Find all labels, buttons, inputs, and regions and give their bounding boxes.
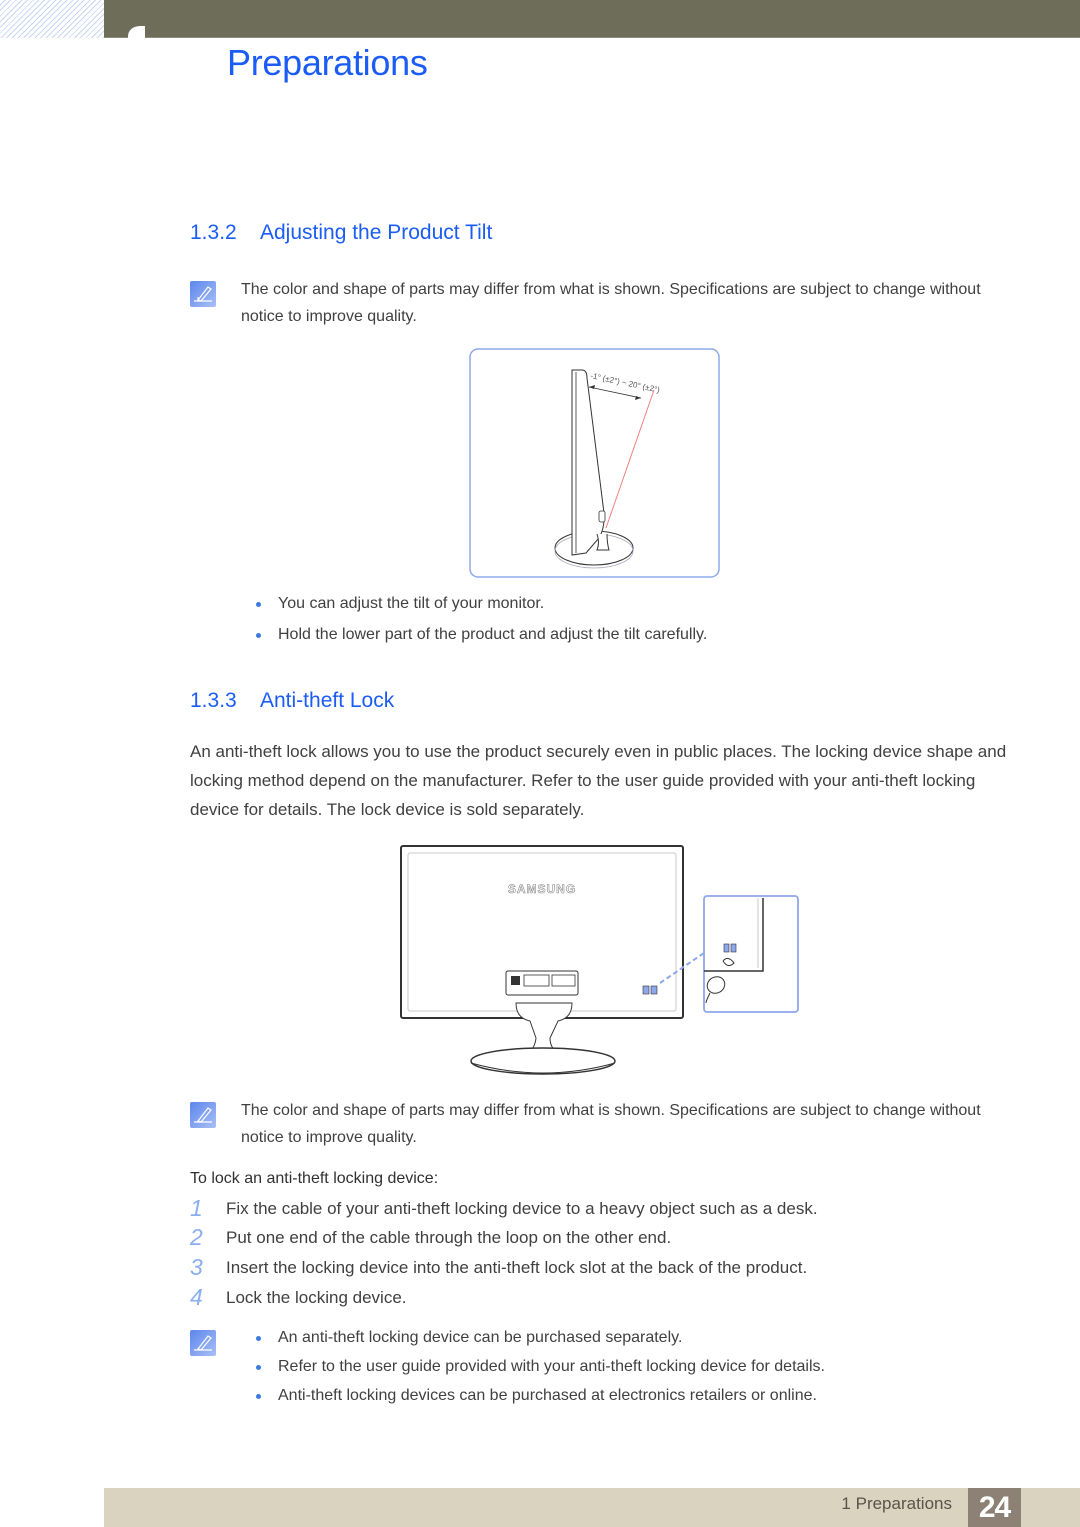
footer-chapter-label: 1 Preparations	[841, 1494, 952, 1513]
stand-base	[470, 1047, 616, 1075]
note-icon	[190, 1102, 216, 1128]
step-text: Fix the cable of your anti-theft locking…	[226, 1199, 818, 1218]
section-heading-anti-theft: 1.3.3 Anti-theft Lock	[190, 689, 394, 713]
bullet-dot-icon	[256, 602, 261, 607]
header-bar	[104, 0, 1080, 38]
dvi-port	[523, 974, 550, 987]
step-text: Lock the locking device.	[226, 1288, 407, 1307]
lock-detail-frame	[703, 895, 799, 1013]
header-hatch-decoration	[0, 0, 104, 38]
section-number: 1.3.2	[190, 221, 237, 244]
step-text: Put one end of the cable through the loo…	[226, 1228, 672, 1247]
step-number: 4	[190, 1284, 203, 1310]
step-text: Insert the locking device into the anti-…	[226, 1258, 808, 1277]
step-number: 2	[190, 1224, 203, 1250]
stand-neck	[515, 1002, 573, 1054]
header-bar-notch	[128, 26, 145, 39]
step-number: 1	[190, 1195, 203, 1221]
note-text: The color and shape of parts may differ …	[241, 281, 981, 325]
section-number: 1.3.3	[190, 689, 237, 712]
note-icon	[190, 281, 216, 307]
bullet-dot-icon	[256, 1394, 261, 1399]
anti-theft-figure: SAMSUNG	[400, 845, 799, 1075]
bullet-dot-icon	[256, 1365, 261, 1370]
bullet-dot-icon	[256, 1336, 261, 1341]
procedure-title: To lock an anti-theft locking device:	[190, 1170, 439, 1187]
note-text: The color and shape of parts may differ …	[241, 1102, 981, 1146]
page-number: 24	[968, 1488, 1021, 1527]
section-heading-tilt: 1.3.2 Adjusting the Product Tilt	[190, 221, 492, 245]
lock-slot-icon	[642, 985, 650, 995]
samsung-logo: SAMSUNG	[508, 882, 576, 896]
power-port	[511, 976, 520, 985]
note-icon	[190, 1330, 216, 1356]
tilt-figure: -1° (±2°) ~ 20° (±2°)	[469, 348, 720, 578]
step-number: 3	[190, 1254, 203, 1280]
bullet-dot-icon	[256, 633, 261, 638]
vga-port	[551, 974, 576, 987]
section-title: Anti-theft Lock	[260, 689, 395, 712]
section-title: Adjusting the Product Tilt	[260, 221, 493, 244]
anti-theft-paragraph: An anti-theft lock allows you to use the…	[190, 742, 1007, 819]
chapter-title: Preparations	[227, 42, 428, 83]
stand-neck	[596, 533, 610, 551]
